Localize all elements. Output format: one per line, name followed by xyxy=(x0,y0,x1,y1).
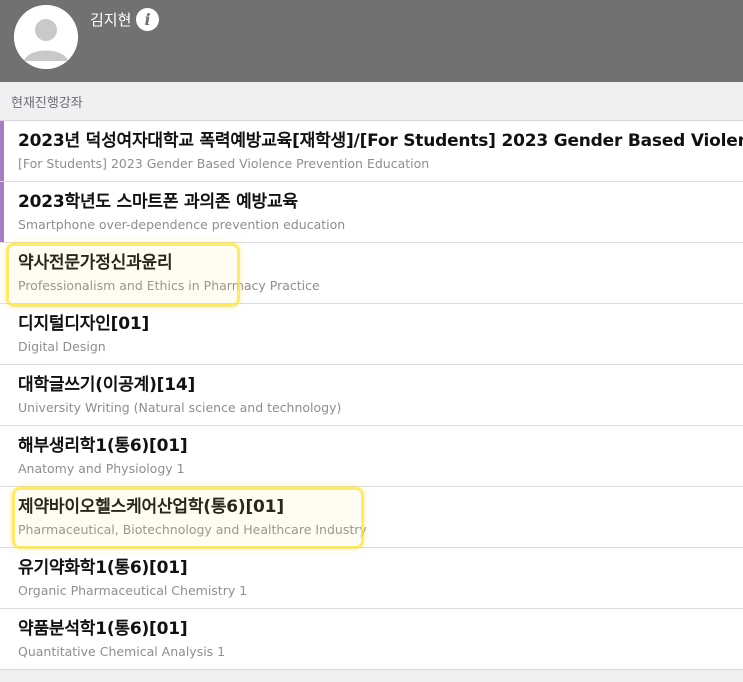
course-title: 약사전문가정신과윤리 xyxy=(18,253,173,273)
course-item[interactable]: 대학글쓰기(이공계)[14] University Writing (Natur… xyxy=(0,365,743,426)
course-item[interactable]: 제약바이오헬스케어산업학(통6)[01] Pharmaceutical, Bio… xyxy=(0,487,743,548)
course-item[interactable]: 디지털디자인[01] Digital Design xyxy=(0,304,743,365)
user-name: 김지현 xyxy=(90,11,132,29)
course-title: 유기약화학1(통6)[01] xyxy=(18,558,188,578)
course-subtitle: [For Students] 2023 Gender Based Violenc… xyxy=(18,156,430,171)
course-subtitle: Organic Pharmaceutical Chemistry 1 xyxy=(18,583,248,598)
course-title: 2023학년도 스마트폰 과의존 예방교육 xyxy=(18,192,298,212)
course-title: 약품분석학1(통6)[01] xyxy=(18,619,188,639)
course-title: 제약바이오헬스케어산업학(통6)[01] xyxy=(18,497,284,517)
course-item[interactable]: 약사전문가정신과윤리 Professionalism and Ethics in… xyxy=(0,243,743,304)
course-subtitle: University Writing (Natural science and … xyxy=(18,400,342,415)
section-label-current-courses: 현재진행강좌 xyxy=(11,96,83,111)
course-title: 디지털디자인[01] xyxy=(18,314,150,334)
course-item[interactable]: 약품분석학1(통6)[01] Quantitative Chemical Ana… xyxy=(0,609,743,670)
avatar[interactable] xyxy=(14,5,78,69)
course-subtitle: Smartphone over-dependence prevention ed… xyxy=(18,217,346,232)
course-item[interactable]: 2023학년도 스마트폰 과의존 예방교육 Smartphone over-de… xyxy=(0,182,743,243)
course-item[interactable]: 2023년 덕성여자대학교 폭력예방교육[재학생]/[For Students]… xyxy=(0,121,743,182)
profile-header: 김지현 i xyxy=(0,0,743,82)
course-subtitle: Professionalism and Ethics in Pharmacy P… xyxy=(18,278,320,293)
course-subtitle: Quantitative Chemical Analysis 1 xyxy=(18,644,226,659)
course-item[interactable]: 해부생리학1(통6)[01] Anatomy and Physiology 1 xyxy=(0,426,743,487)
info-icon[interactable]: i xyxy=(136,8,159,31)
course-title: 해부생리학1(통6)[01] xyxy=(18,436,188,456)
course-item[interactable]: 유기약화학1(통6)[01] Organic Pharmaceutical Ch… xyxy=(0,548,743,609)
course-title: 대학글쓰기(이공계)[14] xyxy=(18,375,196,395)
course-subtitle: Pharmaceutical, Biotechnology and Health… xyxy=(18,522,367,537)
list-footer xyxy=(0,671,743,682)
course-subtitle: Digital Design xyxy=(18,339,106,354)
course-title: 2023년 덕성여자대학교 폭력예방교육[재학생]/[For Students]… xyxy=(18,131,743,151)
course-subtitle: Anatomy and Physiology 1 xyxy=(18,461,185,476)
user-placeholder-icon xyxy=(14,5,78,69)
course-list: 2023년 덕성여자대학교 폭력예방교육[재학생]/[For Students]… xyxy=(0,120,743,670)
